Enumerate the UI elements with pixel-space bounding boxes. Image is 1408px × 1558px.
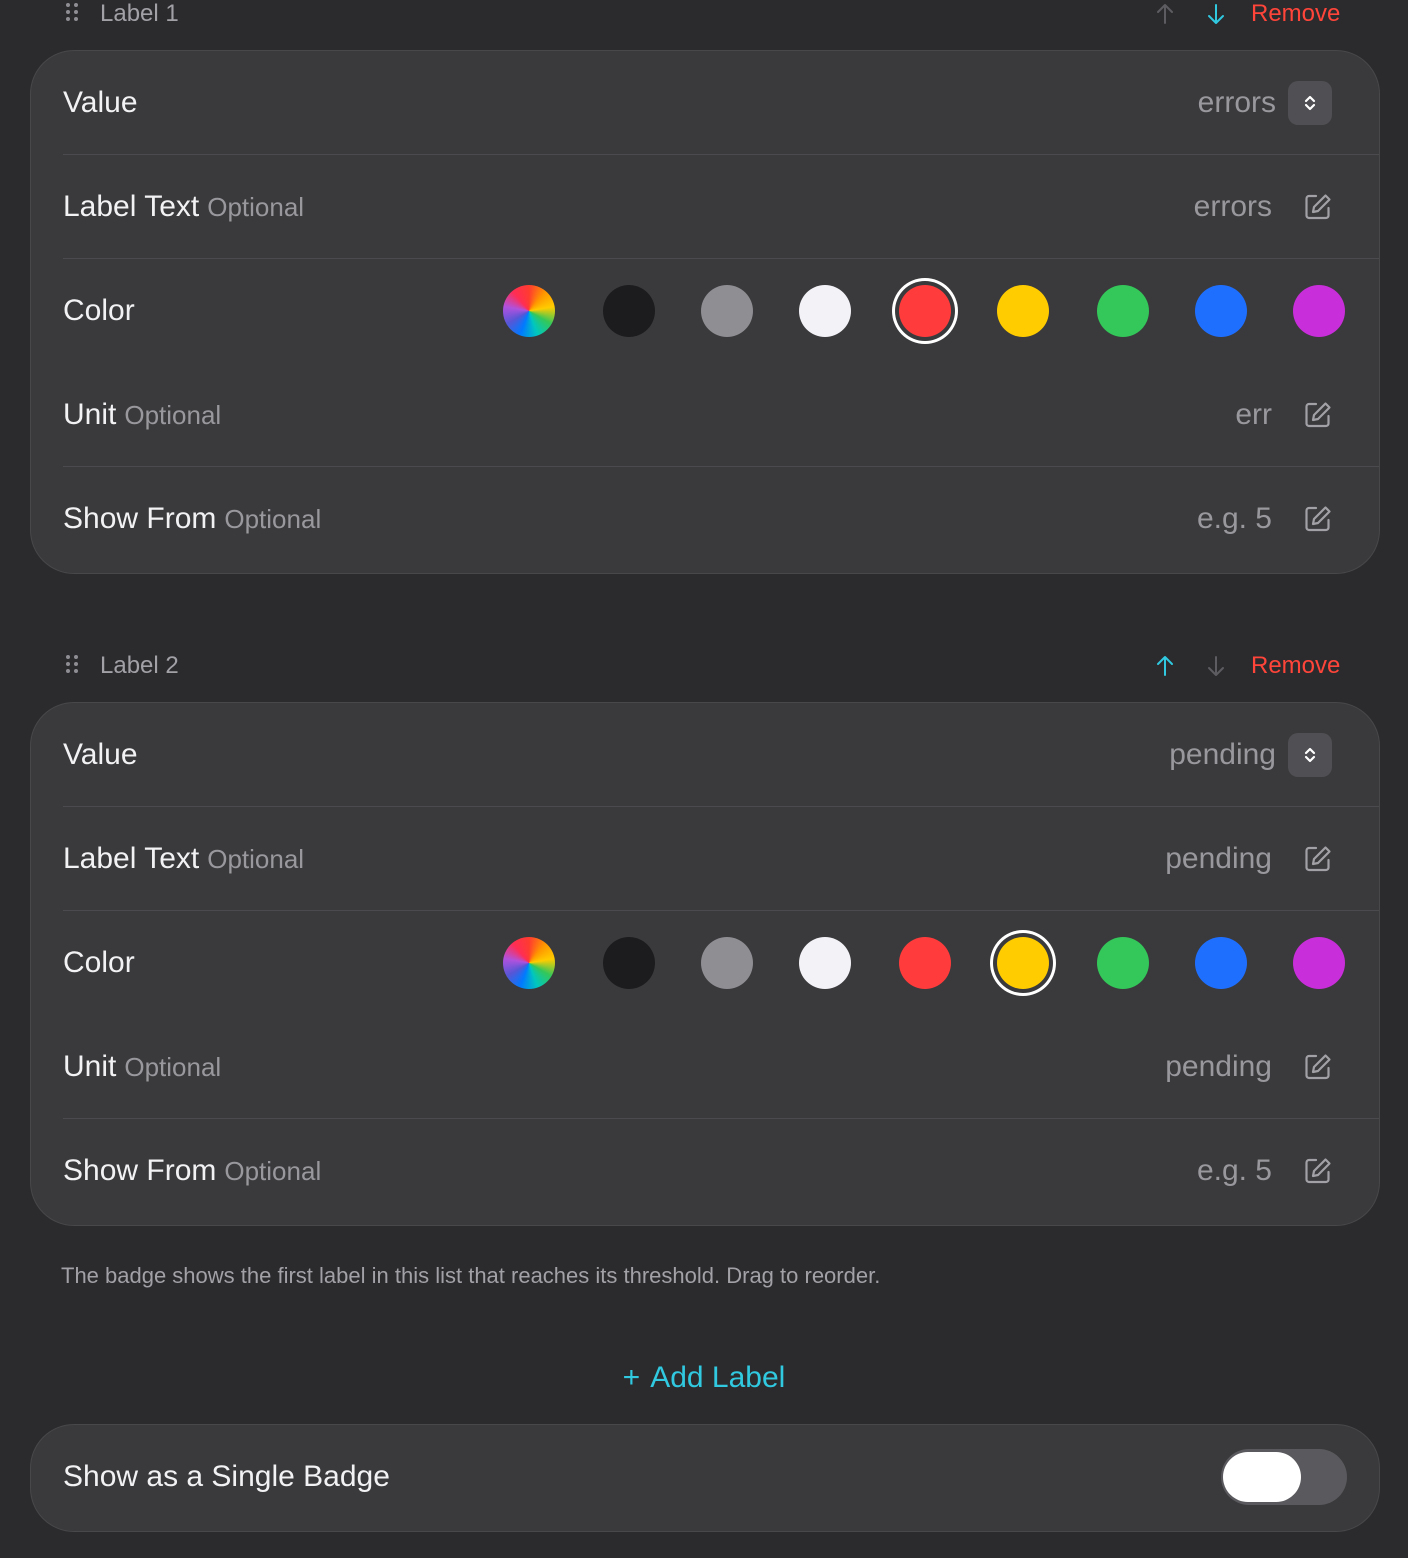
optional-hint: Optional <box>207 844 305 874</box>
show-from-row[interactable]: Show From Optional e.g. 5 <box>31 1119 1379 1223</box>
color-swatch-blue[interactable] <box>1195 937 1247 989</box>
toggle-knob <box>1223 1452 1301 1502</box>
color-swatch-white[interactable] <box>799 285 851 337</box>
color-swatch-yellow[interactable] <box>997 937 1049 989</box>
label-text-label: Label Text Optional <box>63 155 304 259</box>
move-up-arrow-icon[interactable] <box>1152 0 1178 30</box>
value-select[interactable]: pending <box>1169 703 1276 807</box>
show-from-field[interactable]: e.g. 5 <box>1197 467 1272 571</box>
show-from-title: Show From <box>63 1154 217 1187</box>
label-text-label: Label Text Optional <box>63 807 304 911</box>
color-swatch-red[interactable] <box>899 937 951 989</box>
color-label: Color <box>63 946 135 979</box>
color-swatch-multicolor[interactable] <box>503 285 555 337</box>
optional-hint: Optional <box>224 1156 322 1186</box>
color-swatch-purple[interactable] <box>1293 937 1345 989</box>
value-select[interactable]: errors <box>1198 51 1276 155</box>
single-badge-label: Show as a Single Badge <box>63 1460 390 1493</box>
edit-icon[interactable] <box>1303 504 1333 534</box>
color-swatch-black[interactable] <box>603 285 655 337</box>
edit-icon[interactable] <box>1303 192 1333 222</box>
optional-hint: Optional <box>224 504 322 534</box>
color-swatch-gray[interactable] <box>701 285 753 337</box>
section-title: Label 1 <box>100 0 179 27</box>
color-row: Color <box>31 911 1379 1015</box>
add-label-button[interactable]: + Add Label <box>0 1356 1408 1400</box>
drag-handle-icon[interactable] <box>66 3 82 25</box>
color-swatch-purple[interactable] <box>1293 285 1345 337</box>
value-row[interactable]: Value pending <box>31 703 1379 807</box>
label-1-card: Value errors Label Text Optional errors C… <box>30 50 1380 574</box>
optional-hint: Optional <box>207 192 305 222</box>
color-label: Color <box>63 294 135 327</box>
edit-icon[interactable] <box>1303 1052 1333 1082</box>
label-text-title: Label Text <box>63 842 200 875</box>
color-swatch-white[interactable] <box>799 937 851 989</box>
move-down-arrow-icon[interactable] <box>1203 650 1229 682</box>
label-1-header: Label 1 Remove <box>0 0 1408 36</box>
unit-title: Unit <box>63 1050 117 1083</box>
optional-hint: Optional <box>124 1052 222 1082</box>
value-label: Value <box>63 738 138 771</box>
value-label: Value <box>63 86 138 119</box>
color-swatch-gray[interactable] <box>701 937 753 989</box>
move-up-arrow-icon[interactable] <box>1152 650 1178 682</box>
color-row: Color <box>31 259 1379 363</box>
unit-label: Unit Optional <box>63 363 221 467</box>
value-row[interactable]: Value errors <box>31 51 1379 155</box>
show-from-label: Show From Optional <box>63 467 321 571</box>
color-swatch-green[interactable] <box>1097 285 1149 337</box>
unit-label: Unit Optional <box>63 1015 221 1119</box>
label-2-header: Label 2 Remove <box>0 648 1408 688</box>
single-badge-card: Show as a Single Badge <box>30 1424 1380 1532</box>
color-swatch-yellow[interactable] <box>997 285 1049 337</box>
unit-row[interactable]: Unit Optional pending <box>31 1015 1379 1119</box>
drag-handle-icon[interactable] <box>66 655 82 677</box>
label-text-row[interactable]: Label Text Optional pending <box>31 807 1379 911</box>
move-down-arrow-icon[interactable] <box>1203 0 1229 30</box>
remove-button[interactable]: Remove <box>1251 0 1340 32</box>
optional-hint: Optional <box>124 400 222 430</box>
label-text-row[interactable]: Label Text Optional errors <box>31 155 1379 259</box>
label-text-field[interactable]: pending <box>1165 807 1272 911</box>
show-from-title: Show From <box>63 502 217 535</box>
remove-button[interactable]: Remove <box>1251 648 1340 684</box>
edit-icon[interactable] <box>1303 400 1333 430</box>
unit-field[interactable]: err <box>1235 363 1272 467</box>
color-swatch-blue[interactable] <box>1195 285 1247 337</box>
chevron-up-down-icon[interactable] <box>1288 733 1332 777</box>
color-swatch-multicolor[interactable] <box>503 937 555 989</box>
label-text-title: Label Text <box>63 190 200 223</box>
add-label-text: Add Label <box>650 1361 786 1394</box>
reorder-hint: The badge shows the first label in this … <box>61 1263 881 1288</box>
chevron-up-down-icon[interactable] <box>1288 81 1332 125</box>
show-from-field[interactable]: e.g. 5 <box>1197 1119 1272 1223</box>
section-title: Label 2 <box>100 652 179 679</box>
single-badge-toggle[interactable] <box>1221 1449 1347 1505</box>
label-text-field[interactable]: errors <box>1194 155 1272 259</box>
unit-field[interactable]: pending <box>1165 1015 1272 1119</box>
label-2-card: Value pending Label Text Optional pending… <box>30 702 1380 1226</box>
color-swatch-red[interactable] <box>899 285 951 337</box>
edit-icon[interactable] <box>1303 844 1333 874</box>
color-swatch-black[interactable] <box>603 937 655 989</box>
unit-title: Unit <box>63 398 117 431</box>
edit-icon[interactable] <box>1303 1156 1333 1186</box>
plus-icon: + <box>622 1361 641 1394</box>
show-from-row[interactable]: Show From Optional e.g. 5 <box>31 467 1379 571</box>
color-swatch-green[interactable] <box>1097 937 1149 989</box>
show-from-label: Show From Optional <box>63 1119 321 1223</box>
unit-row[interactable]: Unit Optional err <box>31 363 1379 467</box>
